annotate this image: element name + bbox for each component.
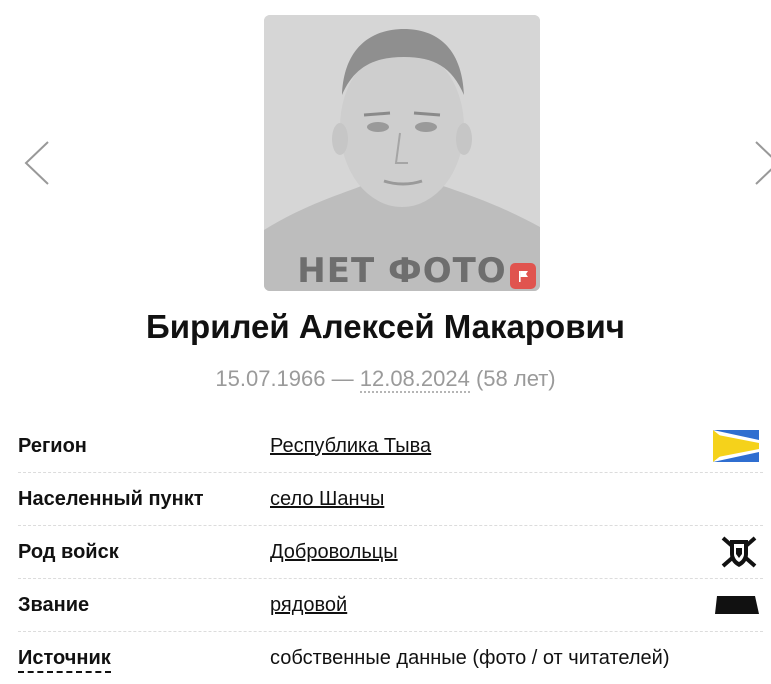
report-flag-button[interactable] [510,263,536,289]
age: (58 лет) [469,366,556,391]
detail-row-rank: Звание рядовой [18,579,763,632]
rank-insignia-icon [715,596,759,614]
detail-row-region: Регион Республика Тыва [18,420,763,473]
source-label-text: Источник [18,646,111,673]
locality-link[interactable]: село Шанчы [270,488,384,511]
branch-link[interactable]: Добровольцы [270,541,398,564]
region-label: Регион [18,434,87,457]
next-arrow-button[interactable] [752,140,771,186]
chevron-right-icon [755,141,771,185]
silhouette-portrait-icon [264,15,540,291]
source-value: собственные данные (фото / от читателей) [270,646,670,669]
person-name: Бирилей Алексей Макарович [146,308,625,345]
detail-row-branch: Род войск Добровольцы [18,526,763,579]
branch-label: Род войск [18,540,119,563]
region-link[interactable]: Республика Тыва [270,435,431,458]
death-date[interactable]: 12.08.2024 [359,366,470,393]
locality-label: Населенный пункт [18,487,204,510]
chevron-left-icon [24,141,49,185]
no-photo-placeholder: НЕТ ФОТО [264,15,540,291]
flag-icon [519,271,528,282]
tuva-flag-icon [713,430,759,462]
rank-label: Звание [18,593,90,616]
source-label[interactable]: Источник [18,646,270,673]
birth-date: 15.07.1966 [215,366,326,391]
detail-row-source: Источник собственные данные (фото / от ч… [18,632,763,684]
rank-link[interactable]: рядовой [270,594,347,617]
volunteers-emblem-icon [721,536,757,568]
life-dates: 15.07.1966 — 12.08.2024 (58 лет) [0,366,771,393]
details-table: Регион Республика Тыва Населенный пункт … [18,420,763,684]
date-separator: — [325,366,360,391]
no-photo-label: НЕТ ФОТО [297,251,507,291]
detail-row-locality: Населенный пункт село Шанчы [18,473,763,526]
previous-arrow-button[interactable] [22,140,52,186]
